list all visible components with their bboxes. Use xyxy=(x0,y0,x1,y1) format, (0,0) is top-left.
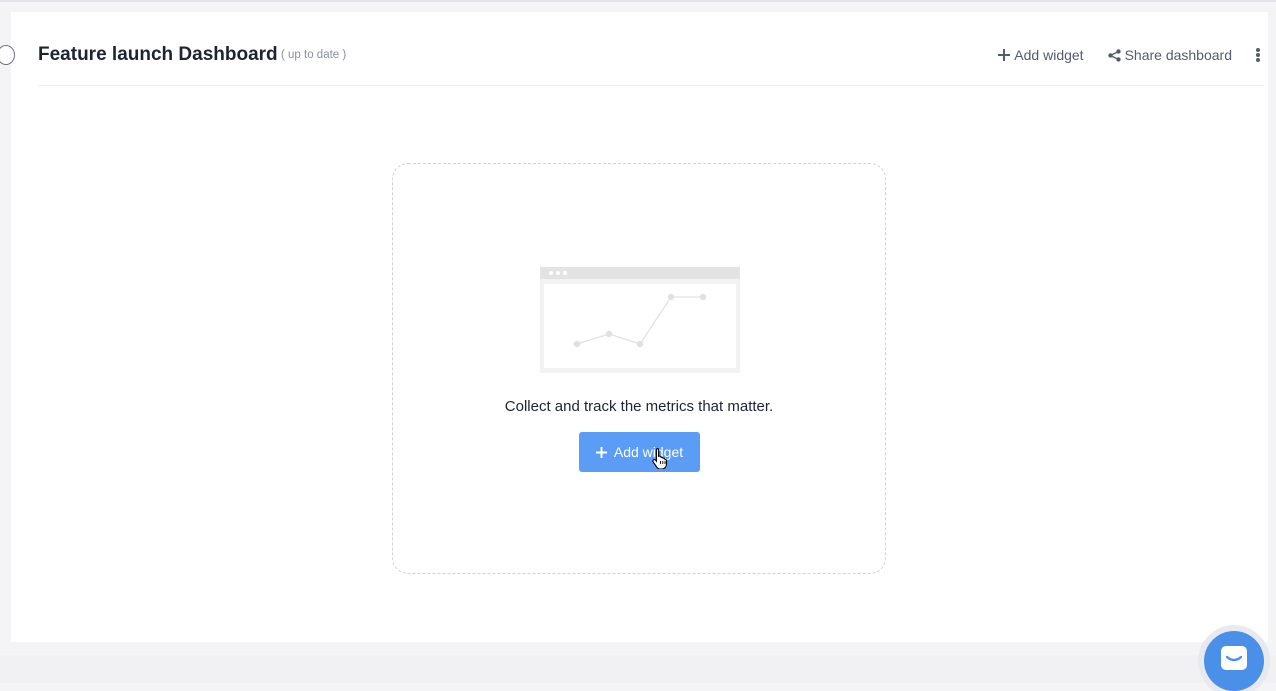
header-actions: Add widget Share dashboard xyxy=(998,46,1264,64)
status-label: ( up to date ) xyxy=(281,49,347,61)
chat-icon xyxy=(1221,646,1247,670)
plus-icon xyxy=(998,49,1011,61)
plus-icon xyxy=(595,446,607,458)
dashboard-header: Feature launch Dashboard ( up to date ) … xyxy=(38,40,1264,86)
kebab-dot xyxy=(1256,53,1260,57)
add-widget-link[interactable]: Add widget xyxy=(998,47,1084,63)
share-dashboard-link-label: Share dashboard xyxy=(1124,47,1232,63)
kebab-dot xyxy=(1256,48,1260,52)
page-title: Feature launch Dashboard xyxy=(38,44,278,65)
add-widget-button[interactable]: Add widget xyxy=(579,432,700,472)
chat-launcher-button[interactable] xyxy=(1204,631,1264,691)
add-widget-button-label: Add widget xyxy=(613,444,684,460)
collapse-toggle-icon[interactable] xyxy=(0,45,15,65)
add-widget-link-label: Add widget xyxy=(1014,47,1084,63)
share-dashboard-link[interactable]: Share dashboard xyxy=(1107,47,1232,63)
share-icon xyxy=(1107,48,1121,62)
empty-widget-drop-zone[interactable]: Collect and track the metrics that matte… xyxy=(392,163,886,574)
top-strip xyxy=(0,0,1276,2)
chart-placeholder-illustration xyxy=(540,267,740,373)
page-footer-area xyxy=(0,655,1276,683)
kebab-dot xyxy=(1256,58,1260,62)
kebab-menu-icon[interactable] xyxy=(1252,48,1264,62)
empty-state-caption: Collect and track the metrics that matte… xyxy=(504,398,774,415)
